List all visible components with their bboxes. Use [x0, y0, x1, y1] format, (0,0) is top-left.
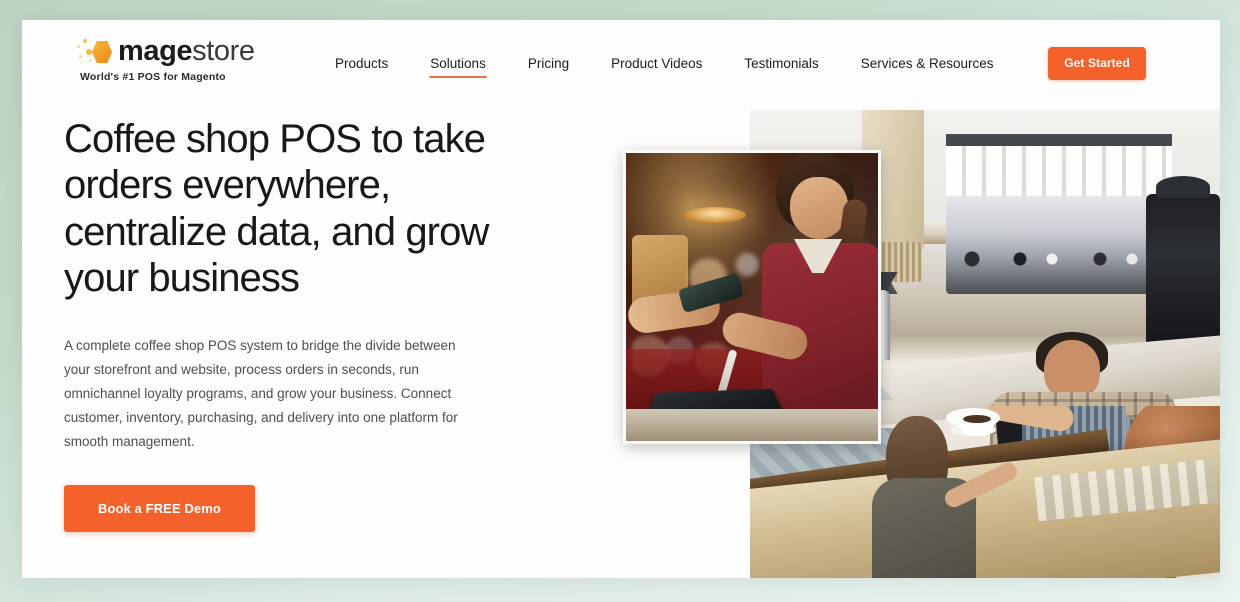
brand-tagline: World's #1 POS for Magento — [80, 71, 226, 83]
hero-text-column: Coffee shop POS to take orders everywher… — [64, 116, 534, 532]
nav-item-products[interactable]: Products — [314, 50, 409, 81]
get-started-button[interactable]: Get Started — [1048, 47, 1146, 80]
brand-name-bold: mage — [118, 34, 193, 67]
hero-subtitle: A complete coffee shop POS system to bri… — [64, 337, 458, 449]
page-card: magestore World's #1 POS for Magento Pro… — [22, 20, 1220, 578]
site-header: magestore World's #1 POS for Magento Pro… — [22, 20, 1220, 100]
brand-name-light: store — [192, 34, 255, 67]
brand-row: magestore — [76, 36, 286, 66]
main-navigation: Products Solutions Pricing Product Video… — [314, 50, 1015, 81]
barista-tablet-photo — [623, 150, 881, 444]
nav-item-services-resources[interactable]: Services & Resources — [840, 50, 1015, 81]
book-free-demo-button[interactable]: Book a FREE Demo — [64, 484, 255, 532]
nav-item-product-videos[interactable]: Product Videos — [590, 50, 723, 81]
brand-wordmark: magestore — [118, 34, 255, 67]
brand-logo[interactable]: magestore World's #1 POS for Magento — [76, 36, 286, 83]
magestore-hexagon-logo-icon — [76, 37, 118, 65]
nav-item-testimonials[interactable]: Testimonials — [723, 50, 839, 81]
hero-title: Coffee shop POS to take orders everywher… — [64, 117, 489, 301]
hero-media-collage — [562, 20, 1220, 578]
nav-item-pricing[interactable]: Pricing — [507, 50, 590, 81]
nav-item-solutions[interactable]: Solutions — [409, 50, 507, 81]
